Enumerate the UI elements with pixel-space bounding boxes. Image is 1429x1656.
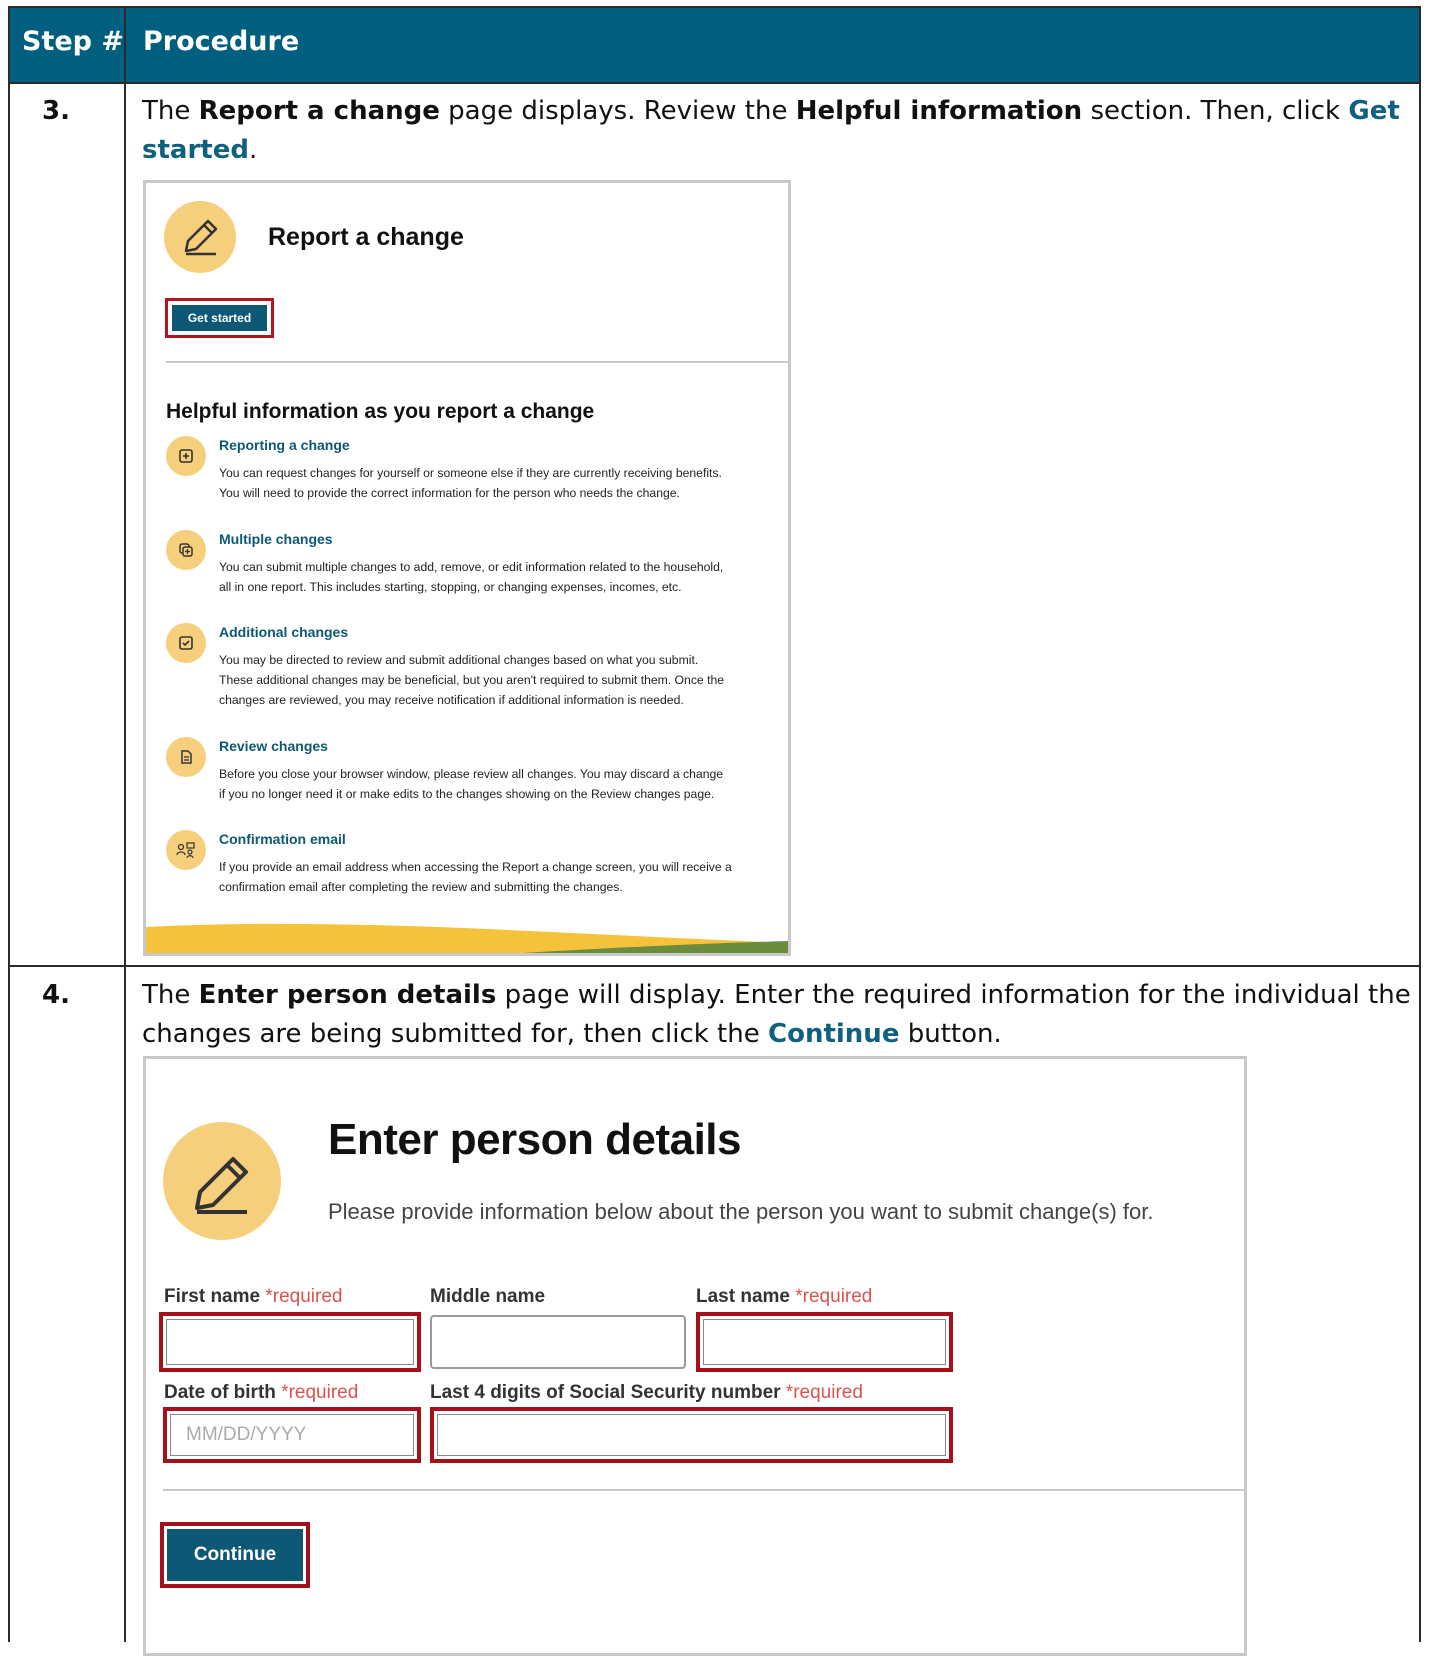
page-title: Enter person details <box>328 1115 742 1164</box>
divider <box>166 361 788 363</box>
highlight-box <box>159 1312 421 1372</box>
divider <box>163 1489 1244 1491</box>
get-started-button[interactable]: Get started <box>172 305 267 331</box>
item-title: Additional changes <box>219 624 349 640</box>
section-heading: Helpful information as you report a chan… <box>166 400 595 423</box>
row-divider <box>8 965 1421 967</box>
dob-input[interactable]: MM/DD/YYYY <box>170 1414 414 1456</box>
header-step: Step # <box>22 26 125 57</box>
page-title: Report a change <box>268 223 464 251</box>
table-header: Step # Procedure <box>8 6 1421 84</box>
get-started-link-cont[interactable]: started <box>142 135 249 165</box>
highlight-box: MM/DD/YYYY <box>163 1407 421 1463</box>
highlight-box: Continue <box>160 1522 310 1588</box>
get-started-link[interactable]: Get <box>1348 96 1399 126</box>
pencil-icon <box>164 201 236 273</box>
step-instruction: The Enter person details page will displ… <box>142 980 1411 1049</box>
item-title: Review changes <box>219 738 328 754</box>
header-procedure: Procedure <box>143 26 300 57</box>
item-title: Confirmation email <box>219 831 346 847</box>
enter-person-details-screenshot: Enter person details Please provide info… <box>143 1056 1247 1656</box>
pencil-icon <box>163 1122 281 1240</box>
middle-name-label: Middle name <box>430 1286 546 1307</box>
item-text: You may be directed to review and submit… <box>219 653 725 707</box>
dob-label: Date of birth *required <box>164 1382 359 1403</box>
footer-wave-decoration <box>146 923 788 953</box>
table-border-right <box>1419 6 1421 1642</box>
table-column-divider <box>124 6 126 1642</box>
highlight-box <box>696 1312 953 1372</box>
check-square-icon <box>166 623 206 663</box>
document-icon <box>166 737 206 777</box>
middle-name-input[interactable] <box>430 1315 686 1369</box>
highlight-box: Get started <box>165 298 274 338</box>
continue-link[interactable]: Continue <box>768 1019 899 1049</box>
item-text: If you provide an email address when acc… <box>219 860 732 894</box>
table-border-left <box>8 6 10 1642</box>
continue-button[interactable]: Continue <box>167 1529 303 1581</box>
people-email-icon <box>166 830 206 870</box>
step-number: 3. <box>42 96 70 126</box>
step-number: 4. <box>42 980 70 1010</box>
page-subtitle: Please provide information below about t… <box>328 1199 1154 1224</box>
item-text: Before you close your browser window, pl… <box>219 767 724 801</box>
plus-square-icon <box>166 436 206 476</box>
step-instruction: The Report a change page displays. Revie… <box>142 96 1400 165</box>
item-text: You can submit multiple changes to add, … <box>219 560 724 594</box>
item-text: You can request changes for yourself or … <box>219 466 722 500</box>
item-title: Reporting a change <box>219 437 350 453</box>
ssn-input[interactable] <box>437 1414 946 1456</box>
first-name-label: First name *required <box>164 1286 343 1307</box>
first-name-input[interactable] <box>166 1319 414 1365</box>
copy-plus-icon <box>166 530 206 570</box>
last-name-label: Last name *required <box>696 1286 873 1307</box>
ssn-label: Last 4 digits of Social Security number … <box>430 1382 863 1403</box>
last-name-input[interactable] <box>703 1319 946 1365</box>
report-a-change-screenshot: Report a change Get started Helpful info… <box>143 180 791 956</box>
item-title: Multiple changes <box>219 531 333 547</box>
highlight-box <box>430 1407 953 1463</box>
